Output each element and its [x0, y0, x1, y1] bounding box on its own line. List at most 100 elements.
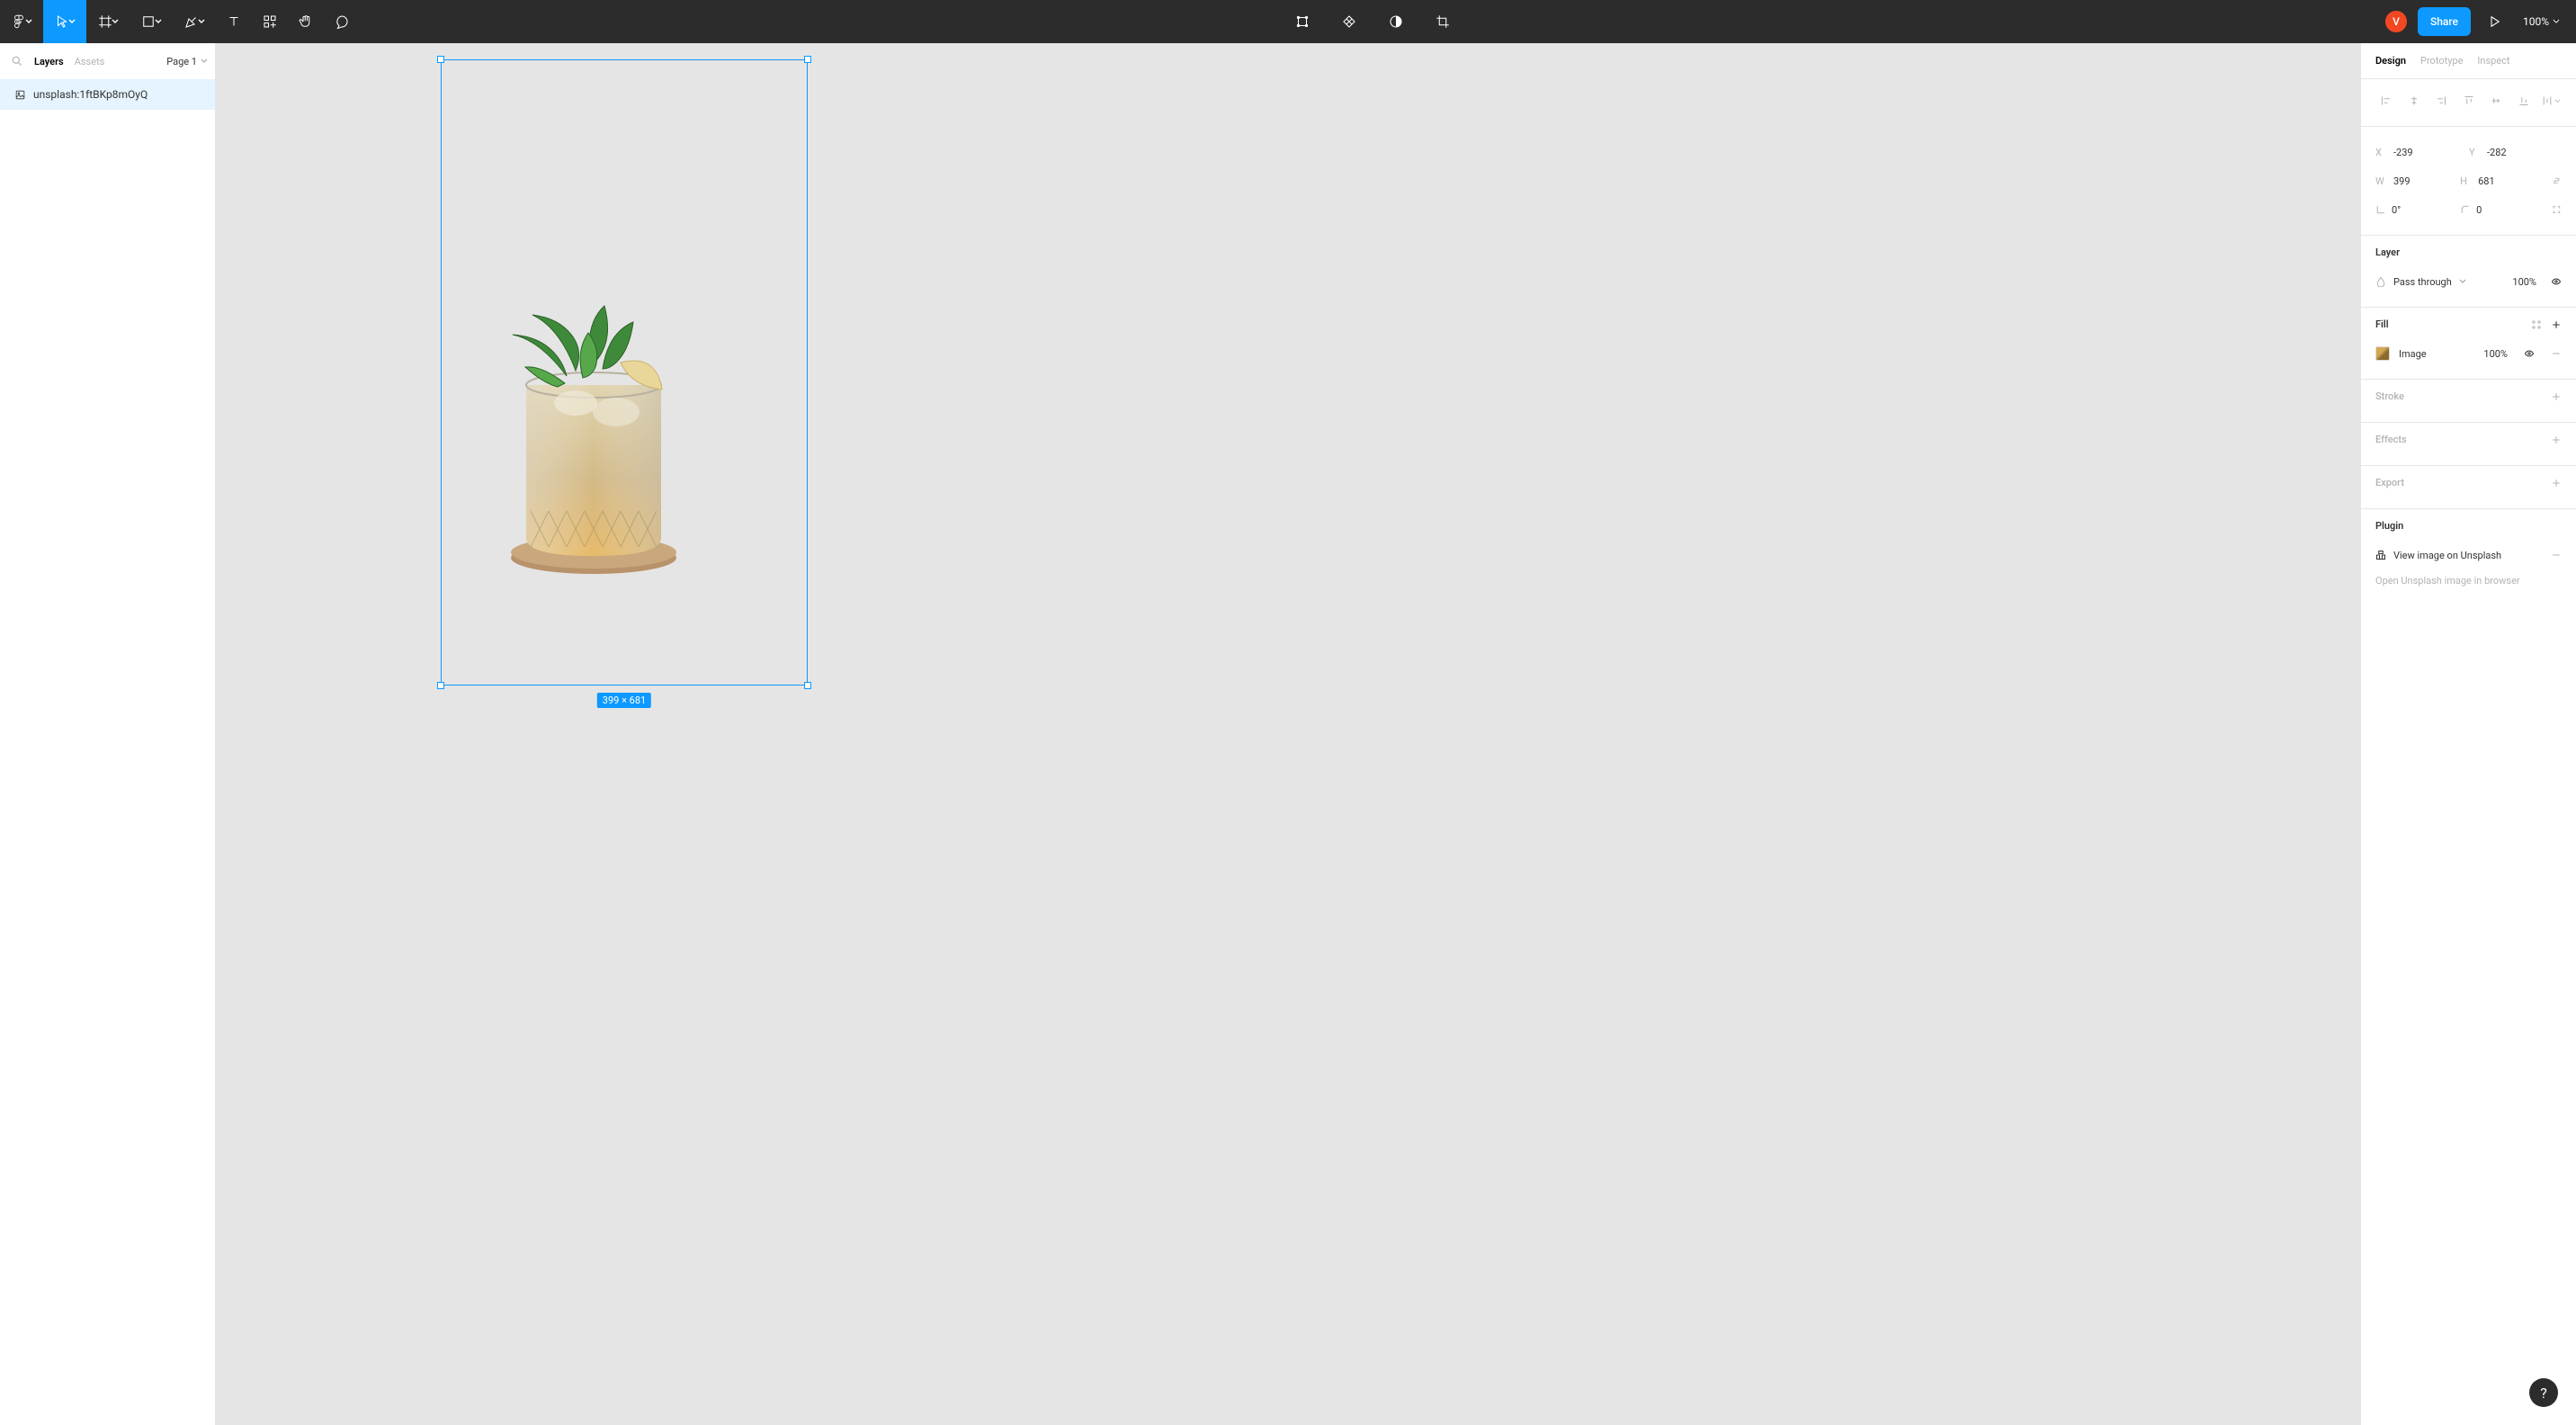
- user-avatar[interactable]: V: [2385, 11, 2407, 32]
- export-section: Export: [2361, 466, 2576, 509]
- right-panel: Design Prototype Inspect X-239 Y-282: [2360, 43, 2576, 1425]
- constrain-proportions-icon[interactable]: [2552, 175, 2562, 186]
- stroke-section: Stroke: [2361, 380, 2576, 423]
- resize-handle-tl[interactable]: [437, 56, 444, 63]
- remove-fill-icon[interactable]: [2551, 348, 2562, 359]
- x-field[interactable]: X-239: [2375, 147, 2462, 158]
- blend-mode-icon: [2375, 276, 2386, 287]
- alignment-section: [2361, 79, 2576, 127]
- page-selector[interactable]: Page 1: [166, 56, 208, 67]
- plugin-action-link[interactable]: View image on Unsplash: [2393, 550, 2501, 561]
- top-toolbar: V Share 100%: [0, 0, 2576, 43]
- fill-swatch[interactable]: [2375, 346, 2390, 361]
- shape-tool-button[interactable]: [130, 0, 173, 43]
- align-hcenter-button[interactable]: [2403, 90, 2425, 112]
- chevron-down-icon: [201, 58, 208, 65]
- zoom-dropdown[interactable]: 100%: [2518, 15, 2565, 28]
- height-field[interactable]: H681: [2460, 175, 2537, 187]
- avatar-initial: V: [2393, 15, 2400, 28]
- independent-corners-icon[interactable]: [2552, 204, 2562, 215]
- inspect-tab[interactable]: Inspect: [2477, 55, 2509, 67]
- align-vcenter-button[interactable]: [2485, 90, 2507, 112]
- add-fill-icon[interactable]: [2551, 319, 2562, 330]
- component-button[interactable]: [1331, 0, 1367, 43]
- dimension-label: 399 × 681: [597, 693, 651, 708]
- plugin-section: Plugin View image on Unsplash Open Unspl…: [2361, 509, 2576, 597]
- design-tab[interactable]: Design: [2375, 55, 2406, 67]
- distribute-button[interactable]: [2540, 90, 2562, 112]
- mask-icon: [1388, 13, 1404, 30]
- layer-name: unsplash:1ftBKp8mOyQ: [33, 88, 148, 101]
- image-icon: [14, 89, 26, 101]
- help-button[interactable]: ?: [2529, 1378, 2558, 1407]
- text-tool-button[interactable]: [216, 0, 252, 43]
- chevron-down-icon: [198, 18, 205, 25]
- frame-tool-button[interactable]: [86, 0, 130, 43]
- unsplash-icon: [2375, 550, 2386, 560]
- rotation-field[interactable]: 0°: [2375, 204, 2453, 216]
- blend-mode-select[interactable]: Pass through: [2393, 276, 2452, 288]
- visibility-icon[interactable]: [2524, 348, 2535, 359]
- align-left-button[interactable]: [2375, 90, 2397, 112]
- align-top-button[interactable]: [2458, 90, 2480, 112]
- transform-section: X-239 Y-282 W399 H681 0° 0: [2361, 127, 2576, 236]
- play-icon: [2486, 13, 2502, 30]
- move-tool-button[interactable]: [43, 0, 86, 43]
- chevron-down-icon: [25, 18, 32, 25]
- plugin-description: Open Unsplash image in browser: [2375, 569, 2562, 587]
- share-button[interactable]: Share: [2418, 7, 2471, 36]
- layer-section: Layer Pass through 100%: [2361, 236, 2576, 308]
- fill-opacity-field[interactable]: 100%: [2483, 348, 2508, 360]
- fill-section: Fill Image 100%: [2361, 308, 2576, 380]
- layers-tab[interactable]: Layers: [34, 56, 64, 67]
- hand-icon: [298, 13, 314, 30]
- visibility-icon[interactable]: [2551, 276, 2562, 287]
- chevron-down-icon: [2459, 278, 2466, 285]
- assets-tab[interactable]: Assets: [75, 56, 105, 67]
- chevron-down-icon: [155, 18, 162, 25]
- resize-handle-tr[interactable]: [804, 56, 811, 63]
- crop-icon: [1435, 13, 1451, 30]
- pen-tool-button[interactable]: [173, 0, 216, 43]
- width-field[interactable]: W399: [2375, 175, 2453, 187]
- add-effect-icon[interactable]: [2551, 435, 2562, 445]
- edit-object-button[interactable]: [1284, 0, 1320, 43]
- component-icon: [1341, 13, 1357, 30]
- selected-image[interactable]: [477, 277, 711, 583]
- layer-opacity-field[interactable]: 100%: [2512, 276, 2536, 288]
- search-icon[interactable]: [11, 55, 23, 67]
- chevron-down-icon: [2553, 18, 2560, 25]
- effects-section: Effects: [2361, 423, 2576, 466]
- text-icon: [226, 13, 242, 30]
- prototype-tab[interactable]: Prototype: [2420, 55, 2463, 67]
- chevron-down-icon: [2554, 98, 2561, 104]
- left-panel: Layers Assets Page 1 unsplash:1ftBKp8mOy…: [0, 43, 216, 1425]
- remove-plugin-icon[interactable]: [2551, 550, 2562, 560]
- resize-handle-br[interactable]: [804, 682, 811, 689]
- main-menu-button[interactable]: [0, 0, 43, 43]
- chevron-down-icon: [68, 18, 76, 25]
- canvas[interactable]: 399 × 681: [216, 43, 2360, 1425]
- layer-row-selected[interactable]: unsplash:1ftBKp8mOyQ: [0, 79, 215, 110]
- fill-type-label[interactable]: Image: [2399, 348, 2427, 360]
- align-bottom-button[interactable]: [2513, 90, 2535, 112]
- comment-icon: [334, 13, 350, 30]
- y-field[interactable]: Y-282: [2469, 147, 2555, 158]
- hand-tool-button[interactable]: [288, 0, 324, 43]
- add-export-icon[interactable]: [2551, 478, 2562, 488]
- add-stroke-icon[interactable]: [2551, 391, 2562, 402]
- corner-radius-field[interactable]: 0: [2460, 204, 2537, 216]
- crop-button[interactable]: [1425, 0, 1461, 43]
- chevron-down-icon: [112, 18, 119, 25]
- align-right-button[interactable]: [2430, 90, 2452, 112]
- resources-icon: [262, 13, 278, 30]
- corner-radius-icon: [2460, 204, 2471, 215]
- comment-tool-button[interactable]: [324, 0, 360, 43]
- present-button[interactable]: [2482, 0, 2507, 43]
- angle-icon: [2375, 204, 2386, 215]
- mask-button[interactable]: [1378, 0, 1414, 43]
- edit-object-icon: [1294, 13, 1310, 30]
- resources-button[interactable]: [252, 0, 288, 43]
- resize-handle-bl[interactable]: [437, 682, 444, 689]
- style-icon[interactable]: [2531, 319, 2542, 330]
